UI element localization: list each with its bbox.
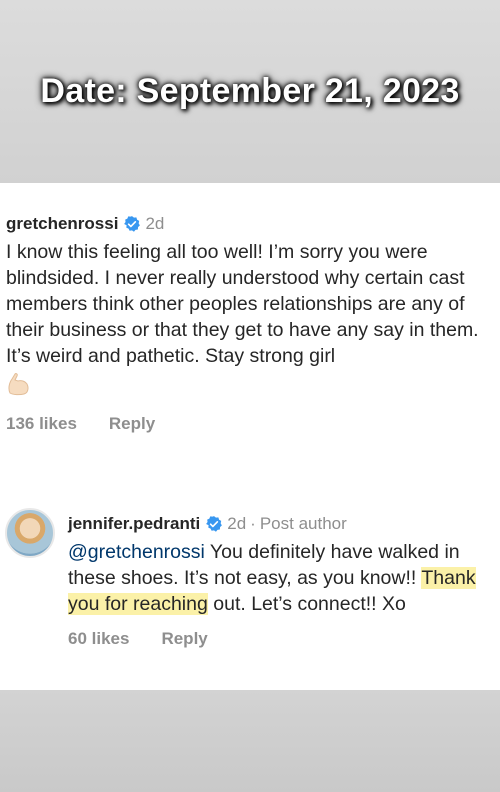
comment-header: gretchenrossi 2d (6, 214, 494, 234)
avatar[interactable] (5, 508, 55, 558)
likes-count[interactable]: 60 likes (68, 629, 129, 649)
comment-actions: 60 likes Reply (68, 629, 493, 649)
comment-username[interactable]: jennifer.pedranti (68, 514, 200, 534)
verified-badge-icon (206, 516, 223, 532)
comment-gretchenrossi: gretchenrossi 2d I know this feeling all… (6, 214, 494, 434)
reply-button[interactable]: Reply (161, 629, 207, 649)
post-author-label: Post author (259, 514, 347, 533)
comment-header: jennifer.pedranti 2d · Post author (68, 514, 493, 534)
comment-username[interactable]: gretchenrossi (6, 214, 118, 234)
comment-time: 2d (145, 214, 165, 233)
reply-button[interactable]: Reply (109, 414, 155, 434)
date-caption: Date: September 21, 2023 (40, 72, 460, 110)
likes-count[interactable]: 136 likes (6, 414, 77, 434)
separator-dot: · (250, 514, 256, 533)
comment-text: I know this feeling all too well! I’m so… (6, 241, 479, 367)
flexed-biceps-emoji (6, 371, 30, 402)
comment-actions: 136 likes Reply (6, 414, 494, 434)
video-bottom-band (0, 690, 500, 792)
comment-text: @gretchenrossi You definitely have walke… (68, 539, 493, 617)
mention-link[interactable]: @gretchenrossi (68, 541, 205, 563)
comment-time: 2d (227, 514, 247, 533)
comment-body: jennifer.pedranti 2d · Post author @gret… (68, 514, 493, 649)
comment-text-part: out. Let’s connect!! Xo (207, 593, 406, 615)
verified-badge-icon (124, 216, 141, 232)
